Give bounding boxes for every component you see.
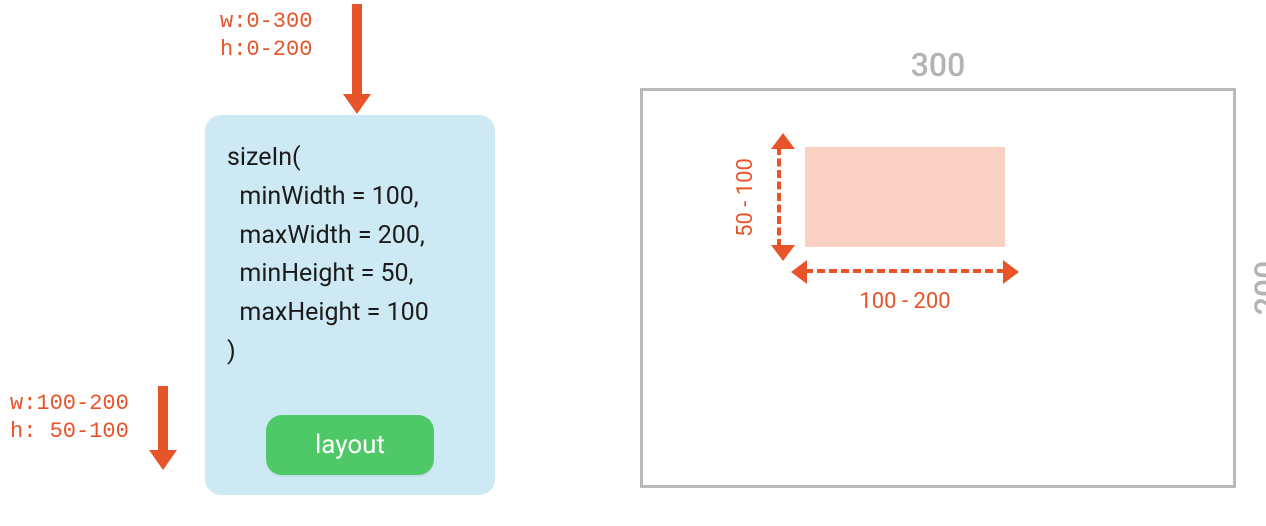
arrow-up-icon <box>771 133 795 149</box>
height-range-arrow-icon <box>777 147 781 247</box>
result-panel: 50 - 100 100 - 200 <box>640 88 1236 488</box>
layout-button[interactable]: layout <box>266 415 434 475</box>
height-range-label: 50 - 100 <box>729 147 761 247</box>
panel-width-label: 300 <box>640 46 1236 84</box>
incoming-w: w:0-300 <box>220 8 312 36</box>
incoming-constraints-label: w:0-300 h:0-200 <box>220 8 312 63</box>
layout-button-label: layout <box>315 430 385 460</box>
arrow-down-icon <box>352 4 362 94</box>
panel-height-label: 200 <box>1246 88 1266 488</box>
arrow-down-icon <box>771 245 795 261</box>
sizein-code: sizeIn( minWidth = 100, maxWidth = 200, … <box>227 139 473 372</box>
width-range-label: 100 - 200 <box>805 289 1005 314</box>
outgoing-h: h: 50-100 <box>10 419 129 444</box>
incoming-h: h:0-200 <box>220 36 312 64</box>
width-range-arrow-icon <box>805 269 1005 273</box>
result-box <box>805 147 1005 247</box>
outgoing-constraints-label: w:100-200 h: 50-100 <box>10 390 129 445</box>
outgoing-w: w:100-200 <box>10 391 129 416</box>
diagram-stage: w:0-300 h:0-200 sizeIn( minWidth = 100, … <box>0 0 1266 526</box>
arrow-left-icon <box>791 260 807 284</box>
sizein-card: sizeIn( minWidth = 100, maxWidth = 200, … <box>205 115 495 495</box>
arrow-right-icon <box>1003 260 1019 284</box>
arrow-down-icon <box>158 386 168 450</box>
